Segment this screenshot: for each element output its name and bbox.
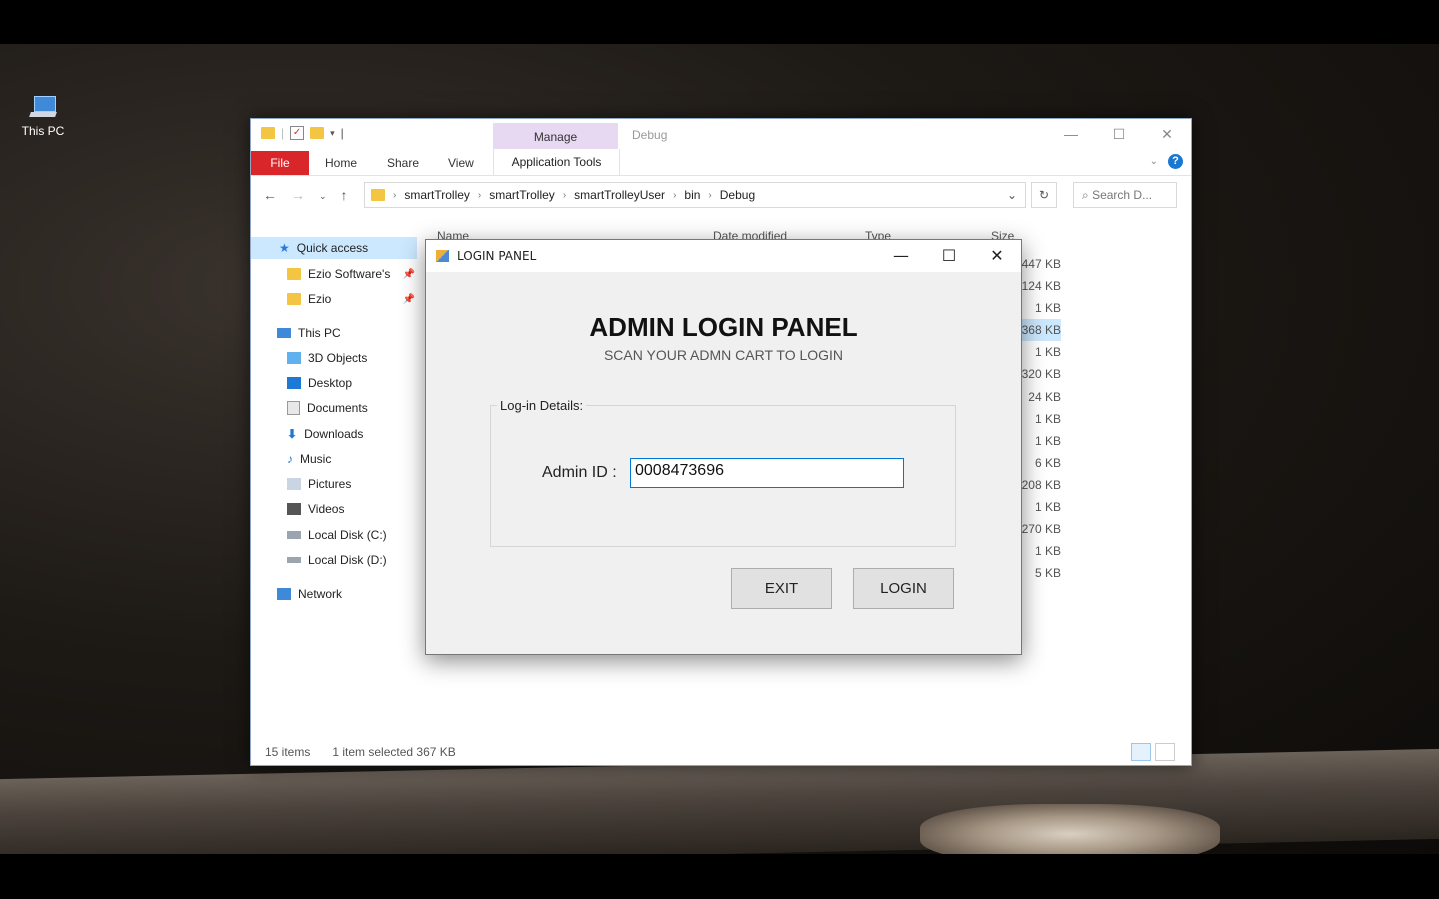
tab-application-tools[interactable]: Application Tools xyxy=(493,149,620,176)
refresh-button[interactable]: ↻ xyxy=(1031,182,1057,208)
forward-arrow-icon[interactable]: → xyxy=(291,187,305,205)
tab-home[interactable]: Home xyxy=(325,156,357,170)
sidebar-item-this-pc[interactable]: This PC xyxy=(277,322,341,344)
navigation-pane: ★ Quick access Ezio Software's 📌 Ezio 📌 … xyxy=(251,237,417,737)
address-dropdown-icon[interactable]: ⌄ xyxy=(1007,188,1017,202)
app-icon xyxy=(436,250,449,262)
breadcrumb-item[interactable]: smartTrolleyUser xyxy=(574,188,665,202)
admin-id-input[interactable]: 0008473696 xyxy=(630,458,904,488)
selection-info: 1 item selected 367 KB xyxy=(332,745,456,759)
maximize-button[interactable]: ☐ xyxy=(1095,119,1143,149)
new-folder-icon[interactable] xyxy=(310,127,325,139)
folder-icon xyxy=(261,127,275,139)
sidebar-item-music[interactable]: ♪ Music xyxy=(287,448,331,470)
breadcrumb-item[interactable]: smartTrolley xyxy=(489,188,555,202)
address-row: ← → ⌄ ↑ › smartTrolley › smartTrolley › … xyxy=(251,176,1191,214)
sidebar-item-downloads[interactable]: ⬇ Downloads xyxy=(287,423,363,445)
sidebar-item-quick-access[interactable]: ★ Quick access xyxy=(251,237,417,259)
large-icons-view-icon[interactable] xyxy=(1155,743,1175,761)
sidebar-item-3d-objects[interactable]: 3D Objects xyxy=(287,347,367,369)
video-icon xyxy=(287,503,301,515)
sidebar-item-local-disk-d[interactable]: Local Disk (D:) xyxy=(287,549,387,571)
search-icon: ⌕ xyxy=(1082,188,1089,202)
properties-icon[interactable]: ✓ xyxy=(290,126,305,140)
up-arrow-icon[interactable]: ↑ xyxy=(341,187,348,205)
page-title: ADMIN LOGIN PANEL xyxy=(589,312,858,342)
desktop-icon xyxy=(287,377,301,389)
dialog-minimize-button[interactable]: — xyxy=(877,240,925,272)
recent-locations-icon[interactable]: ⌄ xyxy=(319,187,327,205)
folder-icon xyxy=(287,293,301,305)
pin-icon: 📌 xyxy=(402,293,415,305)
sidebar-item-documents[interactable]: Documents xyxy=(287,397,368,419)
computer-icon xyxy=(277,328,291,338)
sidebar-item-desktop[interactable]: Desktop xyxy=(287,372,352,394)
breadcrumb-item[interactable]: Debug xyxy=(720,188,755,202)
pin-icon: 📌 xyxy=(402,268,415,280)
minimize-button[interactable]: — xyxy=(1047,119,1095,149)
drive-icon xyxy=(287,557,301,563)
dialog-close-button[interactable]: ✕ xyxy=(973,240,1021,272)
tab-file[interactable]: File xyxy=(251,151,309,175)
login-dialog: LOGIN PANEL — ☐ ✕ ADMIN LOGIN PANEL SCAN… xyxy=(425,239,1022,655)
folder-icon xyxy=(287,268,301,280)
star-icon: ★ xyxy=(279,241,290,255)
desktop-icon-this-pc[interactable]: This PC xyxy=(14,96,72,138)
picture-icon xyxy=(287,478,301,490)
sidebar-item-pictures[interactable]: Pictures xyxy=(287,473,351,495)
details-view-icon[interactable] xyxy=(1131,743,1151,761)
sidebar-item-videos[interactable]: Videos xyxy=(287,498,344,520)
cube-icon xyxy=(287,352,301,364)
sidebar-item-local-disk-c[interactable]: Local Disk (C:) xyxy=(287,524,387,546)
help-icon[interactable]: ? xyxy=(1168,154,1183,169)
wood-log-end-decoration xyxy=(920,804,1220,854)
login-button[interactable]: LOGIN xyxy=(853,568,954,609)
back-arrow-icon[interactable]: ← xyxy=(263,187,277,205)
search-placeholder: Search D... xyxy=(1092,188,1153,202)
breadcrumb-item[interactable]: smartTrolley xyxy=(404,188,470,202)
download-icon: ⬇ xyxy=(287,427,298,441)
dialog-maximize-button[interactable]: ☐ xyxy=(925,240,973,272)
chevron-down-icon[interactable]: ▾ xyxy=(330,128,335,139)
exit-button[interactable]: EXIT xyxy=(731,568,832,609)
folder-icon xyxy=(371,189,385,201)
tab-view[interactable]: View xyxy=(448,156,474,170)
admin-id-label: Admin ID : xyxy=(542,464,617,481)
computer-icon xyxy=(28,96,58,120)
sidebar-item-network[interactable]: Network xyxy=(277,583,342,605)
sidebar-item-ezio[interactable]: Ezio 📌 xyxy=(287,288,415,310)
item-count: 15 items xyxy=(265,745,311,759)
ribbon-tabs: File Home Share View Application Tools ⌄… xyxy=(251,149,1191,176)
desktop-icon-label: This PC xyxy=(21,124,65,138)
sidebar-item-ezio-softwares[interactable]: Ezio Software's 📌 xyxy=(287,263,415,285)
address-bar[interactable]: › smartTrolley › smartTrolley › smartTro… xyxy=(364,182,1026,208)
dialog-title: LOGIN PANEL xyxy=(457,249,537,263)
group-label: Log-in Details: xyxy=(497,398,587,413)
tab-share[interactable]: Share xyxy=(387,156,419,170)
window-title: Debug xyxy=(632,128,668,142)
explorer-titlebar: | ✓ ▾ | Manage Debug — ☐ ✕ xyxy=(251,119,1191,149)
tab-manage[interactable]: Manage xyxy=(493,123,618,149)
dialog-titlebar: LOGIN PANEL — ☐ ✕ xyxy=(426,240,1021,272)
network-icon xyxy=(277,588,291,600)
status-bar: 15 items 1 item selected 367 KB xyxy=(265,745,456,759)
document-icon xyxy=(287,401,300,415)
breadcrumb-item[interactable]: bin xyxy=(684,188,700,202)
music-icon: ♪ xyxy=(287,452,293,466)
page-subtitle: SCAN YOUR ADMN CART TO LOGIN xyxy=(603,347,844,363)
expand-ribbon-icon[interactable]: ⌄ xyxy=(1150,156,1158,167)
quick-access-toolbar: | ✓ ▾ | xyxy=(261,126,344,140)
drive-icon xyxy=(287,531,301,539)
search-input[interactable]: ⌕ Search D... xyxy=(1073,182,1177,208)
close-button[interactable]: ✕ xyxy=(1143,119,1191,149)
